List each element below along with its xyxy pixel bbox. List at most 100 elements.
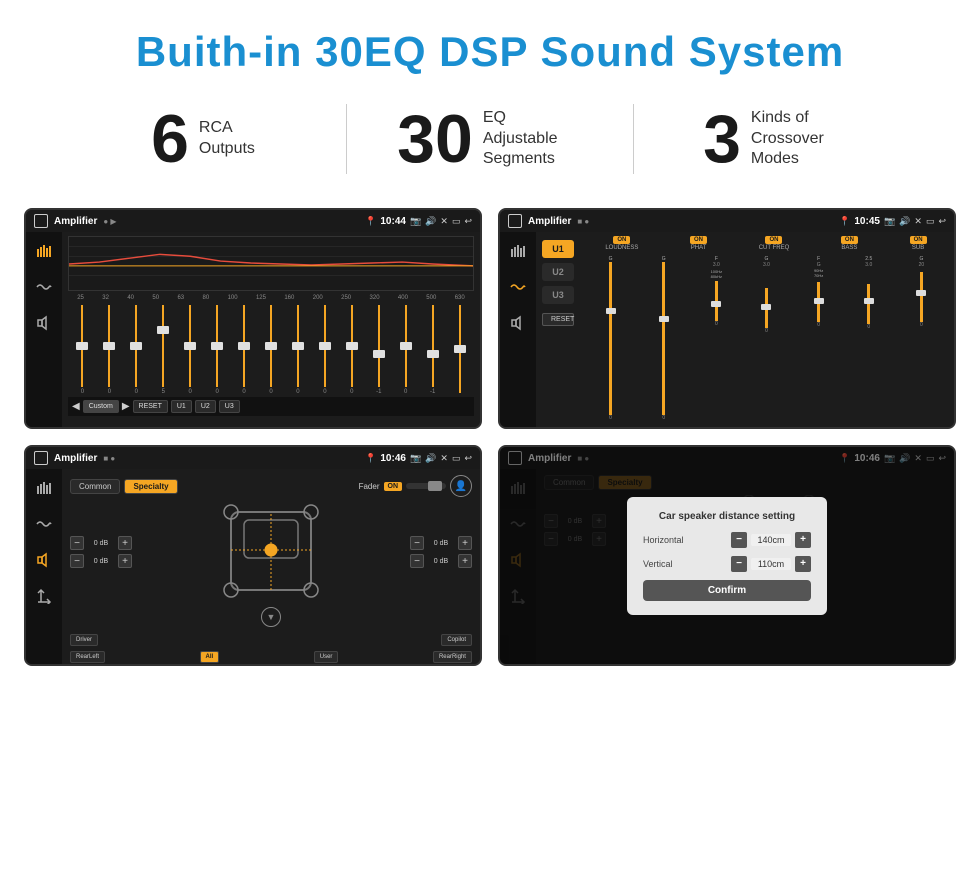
home-icon-crossover[interactable] bbox=[508, 214, 522, 228]
eq-slider-14[interactable] bbox=[447, 305, 472, 395]
home-icon-fader[interactable] bbox=[34, 451, 48, 465]
arrows-icon-3[interactable] bbox=[33, 585, 55, 607]
driver-btn[interactable]: Driver bbox=[70, 634, 98, 646]
left-top-minus[interactable]: − bbox=[70, 536, 84, 550]
eq-slider-3[interactable]: 5 bbox=[151, 305, 176, 395]
copilot-btn[interactable]: Copilot bbox=[441, 634, 472, 646]
eq-slider-7[interactable]: 0 bbox=[259, 305, 284, 395]
eq-icon[interactable] bbox=[33, 240, 55, 262]
vertical-plus[interactable]: + bbox=[795, 556, 811, 572]
custom-btn[interactable]: Custom bbox=[83, 400, 119, 413]
x-icon-fader: ✕ bbox=[440, 453, 448, 464]
vertical-label: Vertical bbox=[643, 559, 673, 569]
u1-btn[interactable]: U1 bbox=[171, 400, 192, 413]
confirm-button[interactable]: Confirm bbox=[643, 580, 811, 601]
loudness-thumb[interactable] bbox=[606, 308, 616, 314]
phat-on-btn[interactable]: ON bbox=[690, 236, 707, 244]
horizontal-plus[interactable]: + bbox=[795, 532, 811, 548]
horizontal-row: Horizontal − 140cm + bbox=[643, 532, 811, 548]
left-bot-minus[interactable]: − bbox=[70, 554, 84, 568]
u1-crossover-btn[interactable]: U1 bbox=[542, 240, 574, 258]
camera-icon-eq: 📷 bbox=[410, 216, 421, 227]
eq-slider-6[interactable]: 0 bbox=[232, 305, 257, 395]
eq-slider-11[interactable]: -1 bbox=[366, 305, 391, 395]
volume-icon-eq: 🔊 bbox=[425, 216, 436, 227]
wave-icon[interactable] bbox=[33, 276, 55, 298]
u2-crossover-btn[interactable]: U2 bbox=[542, 263, 574, 281]
wave-icon-2[interactable] bbox=[507, 276, 529, 298]
fader-slider[interactable] bbox=[406, 483, 446, 489]
status-right-fader: 📍 10:46 📷 🔊 ✕ ▭ ↩ bbox=[365, 453, 472, 464]
prev-button[interactable]: ◀ bbox=[72, 401, 80, 412]
phat-fader: G 0 bbox=[639, 256, 688, 421]
eq-slider-8[interactable]: 0 bbox=[286, 305, 311, 395]
u3-crossover-btn[interactable]: U3 bbox=[542, 286, 574, 304]
sub-thumb[interactable] bbox=[916, 290, 926, 296]
eq-slider-13[interactable]: -1 bbox=[420, 305, 445, 395]
left-bot-plus[interactable]: + bbox=[118, 554, 132, 568]
wave-icon-3[interactable] bbox=[33, 513, 55, 535]
sub-on-btn[interactable]: ON bbox=[910, 236, 927, 244]
reset-crossover-btn-wrap: RESET bbox=[542, 313, 574, 326]
bass-f-thumb[interactable] bbox=[814, 298, 824, 304]
speaker-icon-2[interactable] bbox=[507, 312, 529, 334]
speaker-icon[interactable] bbox=[33, 312, 55, 334]
vertical-minus[interactable]: − bbox=[731, 556, 747, 572]
right-bot-plus[interactable]: + bbox=[458, 554, 472, 568]
status-dots-crossover: ■ ● bbox=[577, 217, 589, 226]
crossover-faders: G 0 G bbox=[582, 254, 950, 423]
reset-btn[interactable]: RESET bbox=[133, 400, 168, 413]
eq-icon-2[interactable] bbox=[507, 240, 529, 262]
eq-slider-2[interactable]: 0 bbox=[124, 305, 149, 395]
battery-icon-eq: ▭ bbox=[452, 216, 461, 227]
user-btn[interactable]: User bbox=[314, 651, 339, 663]
right-bot-minus[interactable]: − bbox=[410, 554, 424, 568]
eq-slider-4[interactable]: 0 bbox=[178, 305, 203, 395]
specialty-tab[interactable]: Specialty bbox=[124, 479, 177, 494]
left-top-plus[interactable]: + bbox=[118, 536, 132, 550]
loudness-on-btn[interactable]: ON bbox=[613, 236, 630, 244]
eq-slider-9[interactable]: 0 bbox=[312, 305, 337, 395]
right-top-vol: − 0 dB + bbox=[410, 536, 472, 550]
profile-icon[interactable]: 👤 bbox=[450, 475, 472, 497]
right-bot-val: 0 dB bbox=[427, 558, 455, 565]
cutfreq-g-thumb[interactable] bbox=[761, 304, 771, 310]
location-icon-crossover: 📍 bbox=[839, 216, 850, 227]
fader-control-row: Fader ON bbox=[359, 482, 446, 491]
eq-slider-10[interactable]: 0 bbox=[339, 305, 364, 395]
speaker-icon-3[interactable] bbox=[33, 549, 55, 571]
eq-slider-5[interactable]: 0 bbox=[205, 305, 230, 395]
bass-label: BASS bbox=[841, 245, 857, 251]
eq-slider-0[interactable]: 0 bbox=[70, 305, 95, 395]
eq-slider-12[interactable]: 0 bbox=[393, 305, 418, 395]
next-button[interactable]: ▶ bbox=[122, 401, 130, 412]
eq-area: 2532405063 80100125160200 25032040050063… bbox=[62, 232, 480, 427]
screen-title-crossover: Amplifier bbox=[528, 216, 571, 227]
horizontal-minus[interactable]: − bbox=[731, 532, 747, 548]
vertical-row: Vertical − 110cm + bbox=[643, 556, 811, 572]
left-bot-vol: − 0 dB + bbox=[70, 554, 132, 568]
loudness-label: LOUDNESS bbox=[605, 245, 638, 251]
common-tab[interactable]: Common bbox=[70, 479, 120, 494]
bass-on-btn[interactable]: ON bbox=[841, 236, 858, 244]
u2-btn[interactable]: U2 bbox=[195, 400, 216, 413]
eq-icon-3[interactable] bbox=[33, 477, 55, 499]
reset-crossover-btn[interactable]: RESET bbox=[542, 313, 574, 326]
eq-slider-1[interactable]: 0 bbox=[97, 305, 122, 395]
fader-on-toggle[interactable]: ON bbox=[384, 482, 403, 491]
rearleft-btn[interactable]: RearLeft bbox=[70, 651, 105, 663]
cutfreq-on-btn[interactable]: ON bbox=[765, 236, 782, 244]
rearright-btn[interactable]: RearRight bbox=[433, 651, 472, 663]
eq-bottom-bar: ◀ Custom ▶ RESET U1 U2 U3 bbox=[68, 397, 474, 416]
phat-thumb[interactable] bbox=[659, 316, 669, 322]
right-top-plus[interactable]: + bbox=[458, 536, 472, 550]
u3-btn[interactable]: U3 bbox=[219, 400, 240, 413]
right-top-minus[interactable]: − bbox=[410, 536, 424, 550]
home-icon-eq[interactable] bbox=[34, 214, 48, 228]
down-arrow-btn[interactable]: ▼ bbox=[261, 607, 281, 627]
cutfreq-f-thumb[interactable] bbox=[711, 301, 721, 307]
all-btn[interactable]: All bbox=[200, 651, 220, 663]
right-top-val: 0 dB bbox=[427, 540, 455, 547]
bass-g-thumb[interactable] bbox=[864, 298, 874, 304]
fader-slider-thumb[interactable] bbox=[428, 481, 442, 491]
